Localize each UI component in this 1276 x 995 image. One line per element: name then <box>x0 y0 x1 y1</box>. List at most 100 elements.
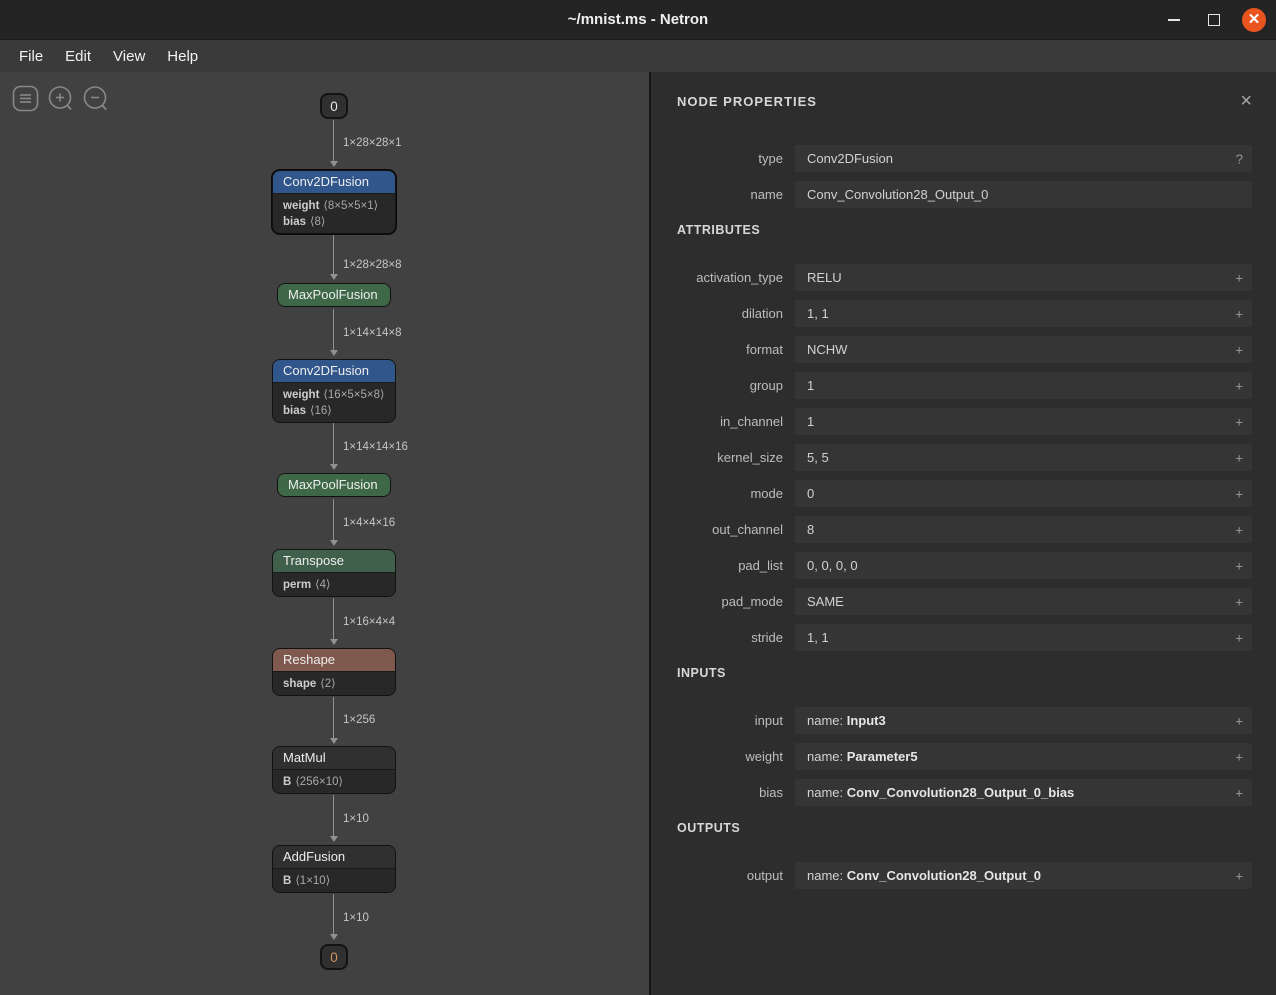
node-attr: weight⟨8×5×5×1⟩ <box>273 197 395 213</box>
inputs-heading: INPUTS <box>677 666 1252 680</box>
menu-bar: File Edit View Help <box>0 40 1276 72</box>
zoom-in-icon <box>47 85 74 112</box>
graph-node-transpose[interactable]: Transpose perm⟨4⟩ <box>272 549 396 597</box>
output-value[interactable]: name: Conv_Convolution28_Output_0+ <box>795 862 1252 889</box>
input-value[interactable]: name: Input3+ <box>795 707 1252 734</box>
close-icon: ✕ <box>1248 12 1261 27</box>
attribute-label: group <box>677 378 795 393</box>
attribute-row: activation_type RELU+ <box>677 264 1252 291</box>
graph-edge <box>333 120 334 162</box>
menu-edit[interactable]: Edit <box>54 44 102 69</box>
expand-icon[interactable]: + <box>1235 522 1243 537</box>
node-attr: B⟨1×10⟩ <box>273 872 395 888</box>
expand-icon[interactable]: + <box>1235 868 1243 883</box>
outputs-heading: OUTPUTS <box>677 821 1252 835</box>
attribute-value[interactable]: 5, 5+ <box>795 444 1252 471</box>
input-label: input <box>677 713 795 728</box>
maximize-button[interactable] <box>1202 8 1226 32</box>
property-value-type[interactable]: Conv2DFusion ? <box>795 145 1252 172</box>
property-value-name[interactable]: Conv_Convolution28_Output_0 <box>795 181 1252 208</box>
expand-icon[interactable]: + <box>1235 486 1243 501</box>
node-title: Conv2DFusion <box>273 171 395 194</box>
help-icon[interactable]: ? <box>1236 151 1243 166</box>
attribute-value[interactable]: 1, 1+ <box>795 300 1252 327</box>
expand-icon[interactable]: + <box>1235 558 1243 573</box>
node-attr: shape⟨2⟩ <box>273 675 395 691</box>
output-row: output name: Conv_Convolution28_Output_0… <box>677 862 1252 889</box>
graph-canvas[interactable]: 1×28×28×1 1×28×28×8 1×14×14×8 1×14×14×16… <box>0 72 651 995</box>
panel-close-icon[interactable]: × <box>1240 94 1252 108</box>
input-value[interactable]: name: Parameter5+ <box>795 743 1252 770</box>
expand-icon[interactable]: + <box>1235 414 1243 429</box>
graph-node-conv2dfusion-1[interactable]: Conv2DFusion weight⟨8×5×5×1⟩ bias⟨8⟩ <box>272 170 396 234</box>
graph-node-addfusion[interactable]: AddFusion B⟨1×10⟩ <box>272 845 396 893</box>
window-controls: ✕ <box>1162 0 1266 40</box>
attribute-value[interactable]: NCHW+ <box>795 336 1252 363</box>
expand-icon[interactable]: + <box>1235 342 1243 357</box>
attribute-label: activation_type <box>677 270 795 285</box>
attribute-row: pad_mode SAME+ <box>677 588 1252 615</box>
property-label: name <box>677 187 795 202</box>
graph-node-maxpoolfusion-2[interactable]: MaxPoolFusion <box>277 473 391 497</box>
attribute-value[interactable]: SAME+ <box>795 588 1252 615</box>
menu-file[interactable]: File <box>8 44 54 69</box>
expand-icon[interactable]: + <box>1235 306 1243 321</box>
attribute-value[interactable]: 8+ <box>795 516 1252 543</box>
graph-node-matmul[interactable]: MatMul B⟨256×10⟩ <box>272 746 396 794</box>
graph-node-reshape[interactable]: Reshape shape⟨2⟩ <box>272 648 396 696</box>
edge-label: 1×28×28×1 <box>343 137 402 149</box>
attribute-label: dilation <box>677 306 795 321</box>
attribute-label: stride <box>677 630 795 645</box>
expand-icon[interactable]: + <box>1235 749 1243 764</box>
expand-icon[interactable]: + <box>1235 785 1243 800</box>
expand-icon[interactable]: + <box>1235 713 1243 728</box>
attribute-row: mode 0+ <box>677 480 1252 507</box>
panel-title: NODE PROPERTIES <box>677 94 817 109</box>
zoom-out-button[interactable] <box>82 85 109 112</box>
expand-icon[interactable]: + <box>1235 270 1243 285</box>
input-value[interactable]: name: Conv_Convolution28_Output_0_bias+ <box>795 779 1252 806</box>
input-row: bias name: Conv_Convolution28_Output_0_b… <box>677 779 1252 806</box>
attribute-value[interactable]: 0, 0, 0, 0+ <box>795 552 1252 579</box>
expand-icon[interactable]: + <box>1235 630 1243 645</box>
node-attr: perm⟨4⟩ <box>273 576 395 592</box>
expand-icon[interactable]: + <box>1235 450 1243 465</box>
node-title: Transpose <box>273 550 395 573</box>
graph-toolbar <box>12 85 109 112</box>
attributes-heading: ATTRIBUTES <box>677 223 1252 237</box>
edge-label: 1×4×4×16 <box>343 517 395 529</box>
property-row-type: type Conv2DFusion ? <box>677 145 1252 172</box>
attribute-value[interactable]: 0+ <box>795 480 1252 507</box>
graph-output-node[interactable]: 0 <box>320 944 348 970</box>
input-row: weight name: Parameter5+ <box>677 743 1252 770</box>
attribute-row: group 1+ <box>677 372 1252 399</box>
attribute-value[interactable]: RELU+ <box>795 264 1252 291</box>
property-row-name: name Conv_Convolution28_Output_0 <box>677 181 1252 208</box>
graph-menu-button[interactable] <box>12 85 39 112</box>
node-title: MatMul <box>273 747 395 770</box>
graph-node-maxpoolfusion-1[interactable]: MaxPoolFusion <box>277 283 391 307</box>
graph-edge <box>333 795 334 837</box>
attribute-label: kernel_size <box>677 450 795 465</box>
input-row: input name: Input3+ <box>677 707 1252 734</box>
zoom-in-button[interactable] <box>47 85 74 112</box>
menu-help[interactable]: Help <box>156 44 209 69</box>
graph-input-node[interactable]: 0 <box>320 93 348 119</box>
graph-edge <box>333 233 334 275</box>
close-button[interactable]: ✕ <box>1242 8 1266 32</box>
hamburger-icon <box>12 85 39 112</box>
expand-icon[interactable]: + <box>1235 594 1243 609</box>
attribute-value[interactable]: 1+ <box>795 408 1252 435</box>
menu-view[interactable]: View <box>102 44 156 69</box>
node-attr: bias⟨16⟩ <box>273 402 395 418</box>
expand-icon[interactable]: + <box>1235 378 1243 393</box>
attribute-row: in_channel 1+ <box>677 408 1252 435</box>
node-attr: weight⟨16×5×5×8⟩ <box>273 386 395 402</box>
attribute-value[interactable]: 1, 1+ <box>795 624 1252 651</box>
attribute-label: pad_list <box>677 558 795 573</box>
attribute-value[interactable]: 1+ <box>795 372 1252 399</box>
output-label: output <box>677 868 795 883</box>
minimize-button[interactable] <box>1162 8 1186 32</box>
graph-node-conv2dfusion-2[interactable]: Conv2DFusion weight⟨16×5×5×8⟩ bias⟨16⟩ <box>272 359 396 423</box>
graph-edge <box>333 499 334 541</box>
